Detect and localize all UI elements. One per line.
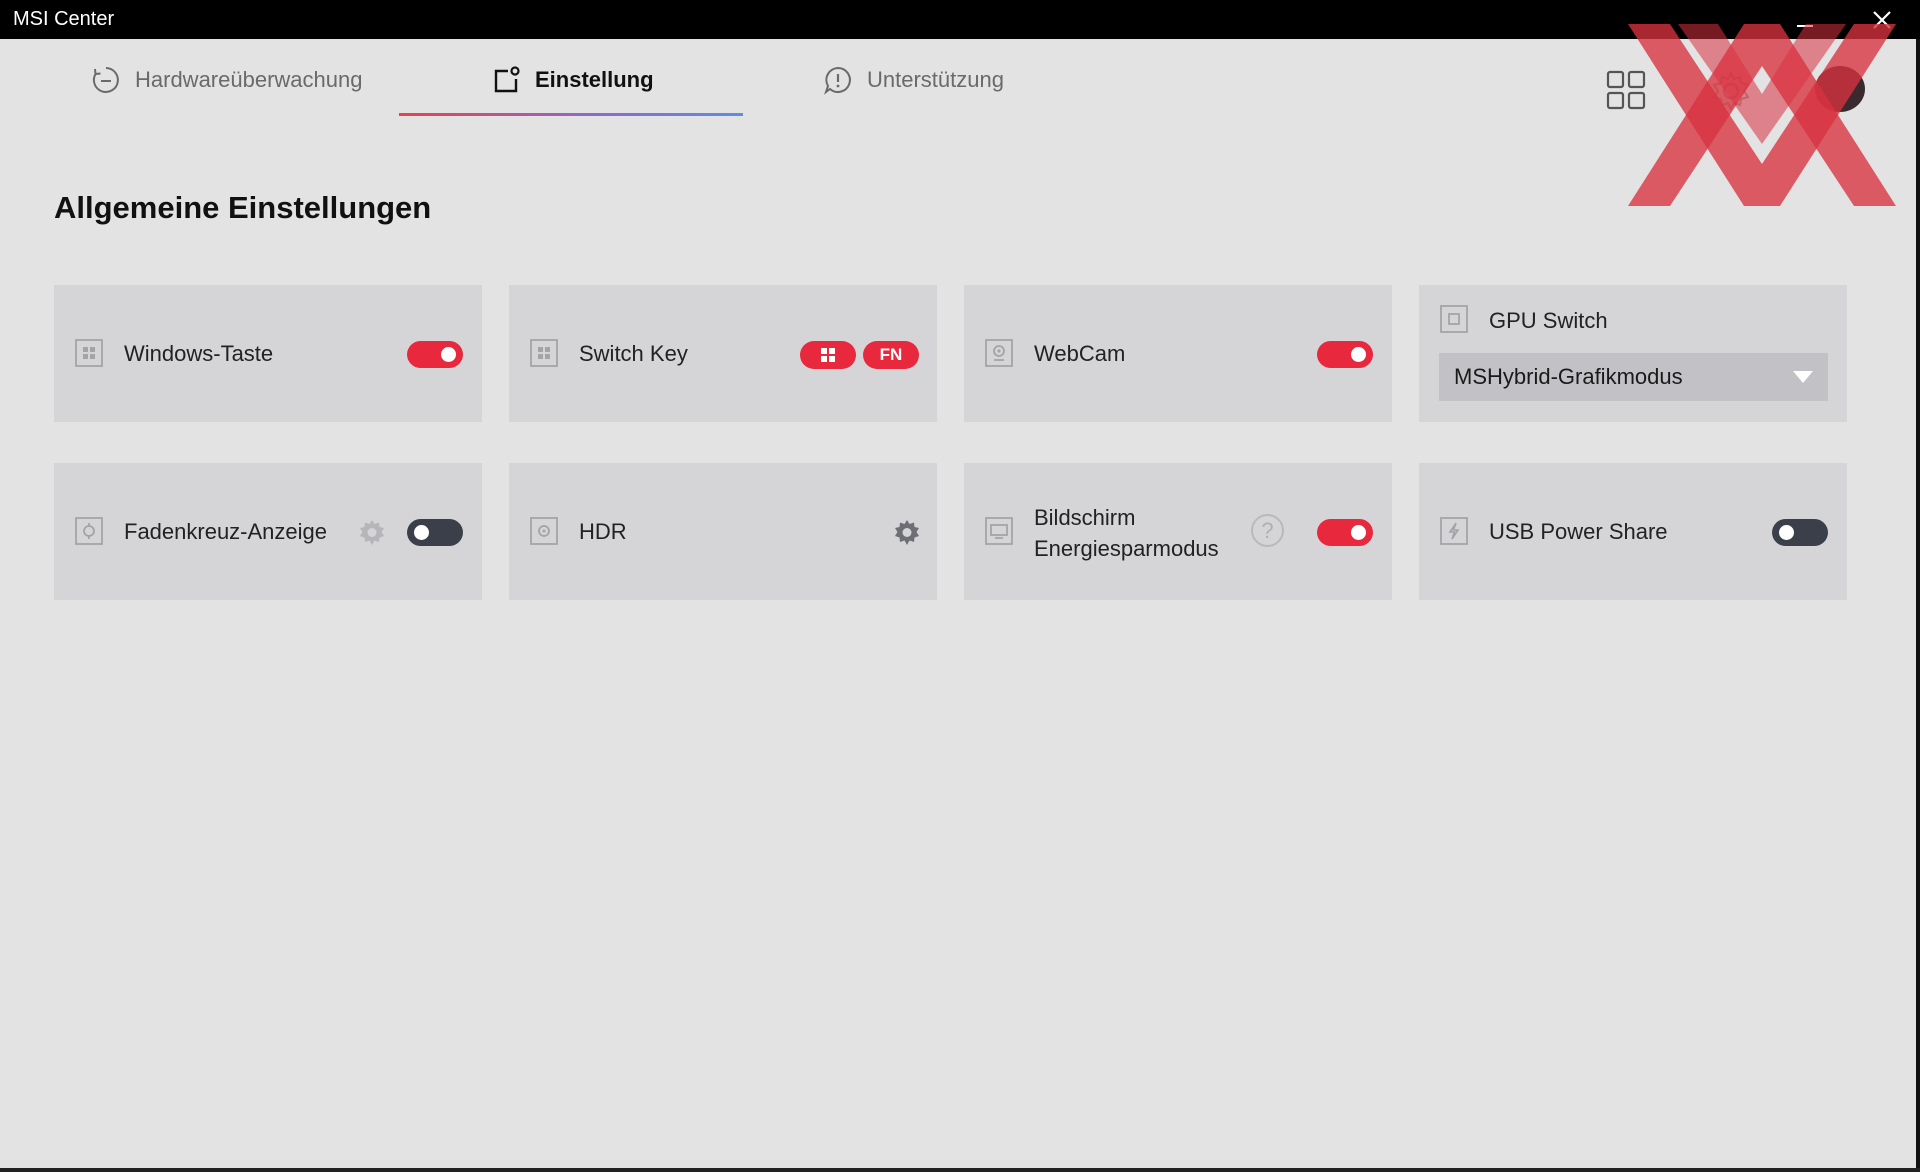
section-title: Allgemeine Einstellungen (54, 190, 432, 225)
user-avatar-icon[interactable] (1815, 66, 1865, 112)
card-windows-key: Windows-Taste (54, 285, 482, 422)
label-line-2: Energiesparmodus (1034, 536, 1219, 561)
card-label: Windows-Taste (124, 341, 274, 366)
card-crosshair: Fadenkreuz-Anzeige (54, 463, 482, 600)
help-button[interactable]: ? (1251, 514, 1284, 547)
hdr-settings-gear-icon[interactable] (892, 518, 922, 548)
card-label: GPU Switch (1489, 308, 1608, 333)
settings-square-icon (494, 66, 520, 93)
card-label: USB Power Share (1489, 519, 1668, 544)
card-label: Fadenkreuz-Anzeige (124, 519, 328, 544)
card-screen-power-saving: Bildschirm Energiesparmodus ? (964, 463, 1392, 600)
apps-grid-icon (1606, 70, 1646, 110)
card-switch-key: Switch Key FN (509, 285, 937, 422)
tab-label: Hardwareüberwachung (135, 67, 363, 92)
active-tab-indicator (399, 113, 743, 116)
dropdown-arrow-icon (1793, 371, 1813, 383)
gpu-mode-select[interactable]: MSHybrid-Grafikmodus (1439, 353, 1828, 401)
support-chat-icon (824, 66, 851, 95)
windows-key-icon (75, 339, 103, 367)
window-frame-bottom (0, 1168, 1920, 1172)
close-icon (1873, 11, 1891, 29)
windows-logo-icon (821, 348, 835, 362)
toggle-knob (1351, 347, 1366, 362)
card-label: Bildschirm Energiesparmodus (1034, 502, 1219, 564)
app-title: MSI Center (13, 8, 115, 30)
card-webcam: WebCam (964, 285, 1392, 422)
crosshair-icon (75, 517, 103, 545)
card-label: HDR (579, 519, 627, 544)
close-button[interactable] (1862, 4, 1902, 36)
speedometer-icon (92, 67, 119, 93)
webcam-icon (985, 339, 1013, 367)
title-bar: MSI Center (0, 0, 1920, 39)
tab-support[interactable]: Unterstützung (823, 60, 1004, 100)
gpu-mode-value: MSHybrid-Grafikmodus (1454, 364, 1683, 389)
watermark-logo-icon (1628, 24, 1896, 206)
apps-grid-button[interactable] (1606, 70, 1646, 115)
gpu-chip-icon (1440, 305, 1468, 333)
settings-gear-button[interactable] (1710, 70, 1752, 117)
webcam-toggle[interactable] (1317, 341, 1373, 368)
usb-power-icon (1440, 517, 1468, 545)
tab-label: Unterstützung (867, 67, 1004, 92)
toggle-knob (1351, 525, 1366, 540)
windows-key-icon (530, 339, 558, 367)
switch-key-fn-option[interactable]: FN (863, 341, 919, 369)
tab-label: Einstellung (535, 67, 654, 92)
crosshair-settings-gear-icon[interactable] (357, 518, 387, 548)
toggle-knob (1779, 525, 1794, 540)
windows-key-toggle[interactable] (407, 341, 463, 368)
gear-icon (1712, 70, 1750, 112)
card-usb-power-share: USB Power Share (1419, 463, 1847, 600)
monitor-icon (985, 517, 1013, 545)
card-gpu-switch: GPU Switch MSHybrid-Grafikmodus (1419, 285, 1847, 422)
toggle-knob (441, 347, 456, 362)
minimize-icon (1797, 25, 1813, 27)
card-label: Switch Key (579, 341, 688, 366)
card-hdr: HDR (509, 463, 937, 600)
label-line-1: Bildschirm (1034, 505, 1136, 530)
tab-hardware-monitoring[interactable]: Hardwareüberwachung (91, 60, 362, 100)
usb-power-toggle[interactable] (1772, 519, 1828, 546)
window-frame-right (1916, 39, 1920, 1172)
switch-key-windows-option[interactable] (800, 341, 856, 369)
minimize-button[interactable] (1785, 4, 1825, 36)
screen-power-toggle[interactable] (1317, 519, 1373, 546)
tab-settings[interactable]: Einstellung (491, 60, 654, 100)
hdr-icon (530, 517, 558, 545)
toggle-knob (414, 525, 429, 540)
crosshair-toggle[interactable] (407, 519, 463, 546)
card-label: WebCam (1034, 341, 1126, 366)
